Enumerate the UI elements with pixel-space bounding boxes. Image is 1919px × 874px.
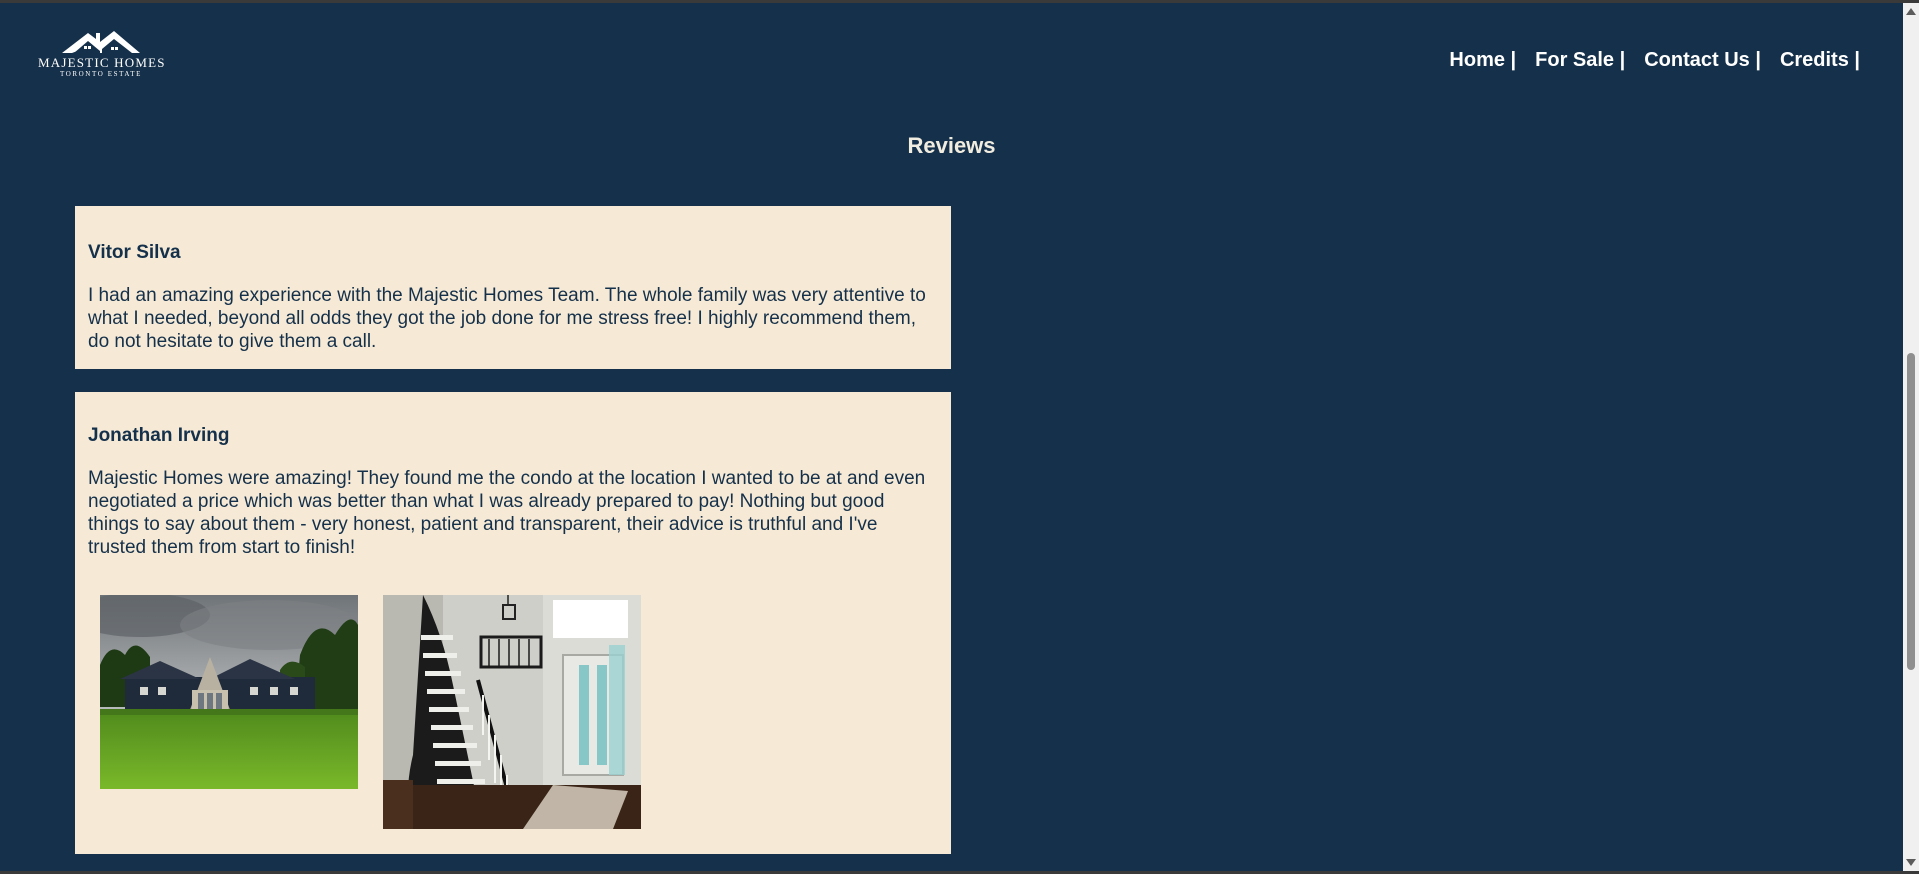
reviewer-name: Vitor Silva <box>88 242 181 263</box>
nav-home-link[interactable]: Home | <box>1449 49 1516 72</box>
page-viewport: MAJESTIC HOMES TORONTO ESTATE Home | For… <box>0 3 1903 871</box>
scroll-up-arrow-icon[interactable] <box>1906 8 1916 15</box>
reviewer-name: Jonathan Irving <box>88 425 230 446</box>
review-card: Vitor Silva I had an amazing experience … <box>75 206 951 369</box>
nav-credits-link[interactable]: Credits | <box>1780 49 1860 72</box>
site-logo[interactable]: MAJESTIC HOMES TORONTO ESTATE <box>38 29 164 87</box>
review-photos <box>100 595 641 829</box>
nav-for-sale-link[interactable]: For Sale | <box>1535 49 1625 72</box>
main-nav: Home | For Sale | Contact Us | Credits | <box>1449 49 1860 72</box>
review-text: Majestic Homes were amazing! They found … <box>88 468 926 558</box>
house-exterior-photo <box>100 595 358 789</box>
staircase-interior-photo <box>383 595 641 829</box>
scroll-down-arrow-icon[interactable] <box>1906 859 1916 866</box>
page-title: Reviews <box>907 133 996 158</box>
scrollbar-thumb[interactable] <box>1907 353 1915 670</box>
house-roof-icon <box>62 31 140 53</box>
logo-subtitle: TORONTO ESTATE <box>59 70 143 78</box>
page-scrollbar[interactable] <box>1903 3 1919 871</box>
nav-contact-us-link[interactable]: Contact Us | <box>1644 49 1761 72</box>
review-text: I had an amazing experience with the Maj… <box>88 285 926 352</box>
logo-title: MAJESTIC HOMES <box>38 55 166 70</box>
review-card: Jonathan Irving Majestic Homes were amaz… <box>75 392 951 854</box>
